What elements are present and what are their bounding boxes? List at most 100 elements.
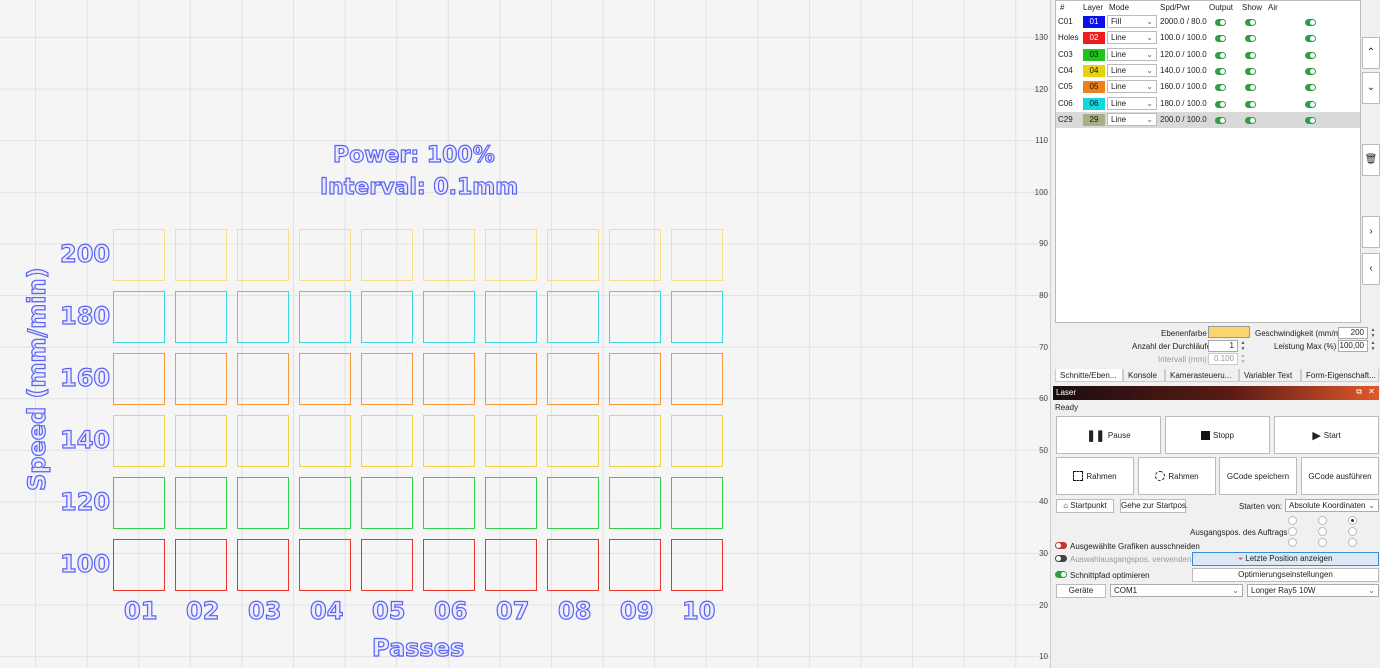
test-square[interactable] — [609, 353, 661, 405]
layer-mode-select[interactable]: Line ⌄ — [1107, 80, 1157, 94]
layer-mode-select[interactable]: Line ⌄ — [1107, 112, 1157, 126]
interval-input[interactable]: 0.100 — [1208, 353, 1238, 365]
tab-camera[interactable]: Kamerasteueru... — [1165, 369, 1239, 382]
test-square[interactable] — [609, 291, 661, 343]
origin-radio-br[interactable] — [1348, 538, 1357, 547]
layer-color-swatch[interactable]: 04 — [1083, 64, 1105, 77]
move-layer-down-button[interactable]: ⌄ — [1362, 72, 1380, 104]
test-square[interactable] — [113, 291, 165, 343]
test-square[interactable] — [361, 539, 413, 591]
layer-row[interactable]: C03 03 Line ⌄ 120.0 / 100.0 — [1056, 47, 1360, 63]
test-square[interactable] — [423, 353, 475, 405]
tab-cuts-layers[interactable]: Schnitte/Eben... — [1055, 369, 1123, 382]
test-square[interactable] — [485, 415, 537, 467]
layer-color-swatch[interactable]: 05 — [1083, 81, 1105, 94]
design-canvas[interactable]: Power: 100% Interval: 0.1mm Speed (mm/mi… — [0, 0, 1050, 668]
layer-row[interactable]: C29 29 Line ⌄ 200.0 / 100.0 — [1056, 111, 1360, 128]
test-square[interactable] — [361, 353, 413, 405]
output-toggle[interactable] — [1215, 84, 1226, 92]
layer-color-swatch[interactable]: 02 — [1083, 32, 1105, 45]
pause-button[interactable]: ❚❚ Pause — [1056, 416, 1161, 454]
speed-spinner[interactable]: ▲ ▼ — [1369, 327, 1377, 339]
air-toggle[interactable] — [1305, 84, 1316, 92]
layer-mode-select[interactable]: Line ⌄ — [1107, 96, 1157, 110]
frame-circle-button[interactable]: Rahmen — [1138, 457, 1216, 495]
collapse-button[interactable]: ‹ — [1362, 253, 1380, 285]
test-square[interactable] — [671, 291, 723, 343]
origin-radio-ml[interactable] — [1288, 527, 1297, 536]
test-square[interactable] — [485, 477, 537, 529]
tab-console[interactable]: Konsole — [1123, 369, 1165, 382]
start-button[interactable]: ▶ Start — [1274, 416, 1379, 454]
test-square[interactable] — [609, 415, 661, 467]
air-toggle[interactable] — [1305, 35, 1316, 43]
layer-row[interactable]: C01 01 Fill ⌄ 2000.0 / 80.0 — [1056, 14, 1360, 30]
start-from-select[interactable]: Absolute Koordinaten ⌄ — [1285, 499, 1379, 512]
passes-input[interactable]: 1 — [1208, 340, 1238, 352]
show-last-position-button[interactable]: ⌖ Letzte Position anzeigen — [1192, 552, 1379, 566]
float-icon[interactable]: ⧉ — [1356, 387, 1362, 397]
test-square[interactable] — [237, 353, 289, 405]
test-square[interactable] — [299, 539, 351, 591]
layer-color-swatch[interactable]: 29 — [1083, 113, 1105, 126]
air-toggle[interactable] — [1305, 19, 1316, 26]
output-toggle[interactable] — [1215, 67, 1226, 75]
port-select[interactable]: COM1 ⌄ — [1110, 584, 1243, 597]
air-toggle[interactable] — [1305, 116, 1316, 124]
tab-shape-properties[interactable]: Form-Eigenschaft... — [1301, 369, 1379, 382]
test-square[interactable] — [175, 477, 227, 529]
test-square[interactable] — [361, 291, 413, 343]
test-square[interactable] — [237, 477, 289, 529]
air-toggle[interactable] — [1305, 51, 1316, 59]
test-square[interactable] — [175, 415, 227, 467]
test-square[interactable] — [423, 477, 475, 529]
power-spinner[interactable]: ▲ ▼ — [1369, 340, 1377, 352]
devices-button[interactable]: Geräte — [1056, 584, 1106, 598]
test-square[interactable] — [547, 415, 599, 467]
test-square[interactable] — [299, 353, 351, 405]
origin-radio-mr[interactable] — [1348, 527, 1357, 536]
test-square[interactable] — [671, 539, 723, 591]
test-square[interactable] — [547, 291, 599, 343]
speed-input[interactable]: 200 — [1338, 327, 1368, 339]
run-gcode-button[interactable]: GCode ausführen — [1301, 457, 1379, 495]
output-toggle[interactable] — [1215, 100, 1226, 108]
layer-mode-select[interactable]: Line ⌄ — [1107, 31, 1157, 45]
output-toggle[interactable] — [1215, 51, 1226, 59]
test-square[interactable] — [361, 477, 413, 529]
test-square[interactable] — [361, 229, 413, 281]
test-square[interactable] — [299, 477, 351, 529]
device-select[interactable]: Longer Ray5 10W ⌄ — [1247, 584, 1379, 597]
test-square[interactable] — [175, 291, 227, 343]
output-toggle[interactable] — [1215, 116, 1226, 124]
test-square[interactable] — [175, 229, 227, 281]
interval-spinner[interactable]: ▲ ▼ — [1239, 353, 1247, 365]
test-square[interactable] — [237, 229, 289, 281]
test-square[interactable] — [423, 291, 475, 343]
air-toggle[interactable] — [1305, 100, 1316, 108]
test-square[interactable] — [423, 539, 475, 591]
test-square[interactable] — [113, 539, 165, 591]
layer-mode-select[interactable]: Line ⌄ — [1107, 63, 1157, 77]
power-input[interactable]: 100,00 — [1338, 340, 1368, 352]
test-square[interactable] — [485, 229, 537, 281]
test-square[interactable] — [175, 353, 227, 405]
test-square[interactable] — [671, 353, 723, 405]
show-toggle[interactable] — [1245, 19, 1256, 26]
test-square[interactable] — [485, 539, 537, 591]
test-square[interactable] — [299, 415, 351, 467]
layer-color-swatch[interactable]: 01 — [1083, 16, 1105, 28]
origin-radio-tl[interactable] — [1288, 516, 1297, 525]
test-square[interactable] — [237, 539, 289, 591]
test-square[interactable] — [485, 291, 537, 343]
origin-radio-tr[interactable] — [1348, 516, 1357, 525]
test-square[interactable] — [237, 291, 289, 343]
optimization-settings-button[interactable]: Optimierungseinstellungen — [1192, 568, 1379, 582]
layer-color-swatch[interactable]: 06 — [1083, 97, 1105, 110]
layer-row[interactable]: C05 05 Line ⌄ 160.0 / 100.0 — [1056, 79, 1360, 95]
test-square[interactable] — [547, 539, 599, 591]
test-square[interactable] — [423, 229, 475, 281]
expand-button[interactable]: › — [1362, 216, 1380, 248]
test-square[interactable] — [237, 415, 289, 467]
show-toggle[interactable] — [1245, 116, 1256, 124]
